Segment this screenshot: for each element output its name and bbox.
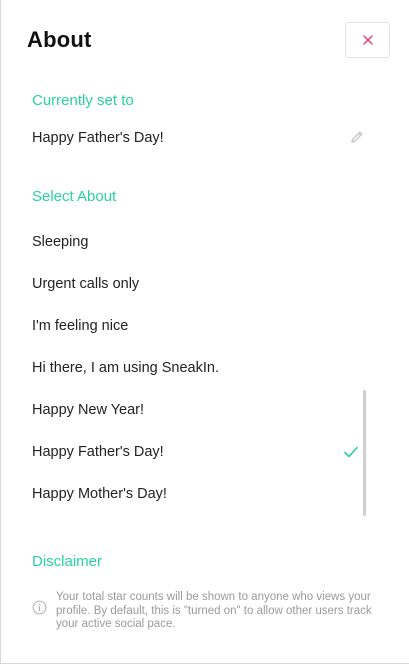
about-option-sleeping[interactable]: Sleeping — [1, 221, 381, 263]
about-option-urgent-calls[interactable]: Urgent calls only — [1, 263, 381, 305]
list-item-label: Happy Mother's Day! — [32, 486, 167, 502]
page-title: About — [27, 27, 92, 52]
list-item-label: Urgent calls only — [32, 276, 140, 292]
about-option-feeling-nice[interactable]: I'm feeling nice — [1, 305, 381, 347]
about-option-mothers-day[interactable]: Happy Mother's Day! — [1, 473, 381, 515]
disclaimer-text: Your total star counts will be shown to … — [56, 591, 372, 630]
list-item-label: Happy New Year! — [32, 402, 145, 418]
close-icon — [362, 35, 373, 45]
about-option-new-year[interactable]: Happy New Year! — [1, 389, 381, 431]
current-about-value: Happy Father's Day! — [32, 130, 164, 146]
close-button[interactable] — [345, 22, 390, 58]
select-about-heading: Select About — [32, 188, 117, 205]
about-panel: About Currently set to Happy Father's Da… — [0, 0, 409, 664]
pencil-icon[interactable] — [349, 129, 365, 145]
list-item-label: I'm feeling nice — [32, 318, 129, 334]
disclaimer-heading: Disclaimer — [32, 553, 103, 570]
about-option-fathers-day[interactable]: Happy Father's Day! — [1, 431, 381, 473]
about-option-using-sneakin[interactable]: Hi there, I am using SneakIn. — [1, 347, 381, 389]
list-item-label: Happy Father's Day! — [32, 444, 164, 460]
info-icon — [32, 600, 47, 615]
list-scrollbar[interactable] — [363, 390, 366, 516]
currently-set-heading: Currently set to — [32, 92, 134, 109]
list-item-label: Hi there, I am using SneakIn. — [32, 360, 219, 376]
check-icon — [344, 446, 358, 458]
about-options-list: Sleeping Urgent calls only I'm feeling n… — [1, 221, 381, 515]
list-item-label: Sleeping — [32, 234, 89, 250]
